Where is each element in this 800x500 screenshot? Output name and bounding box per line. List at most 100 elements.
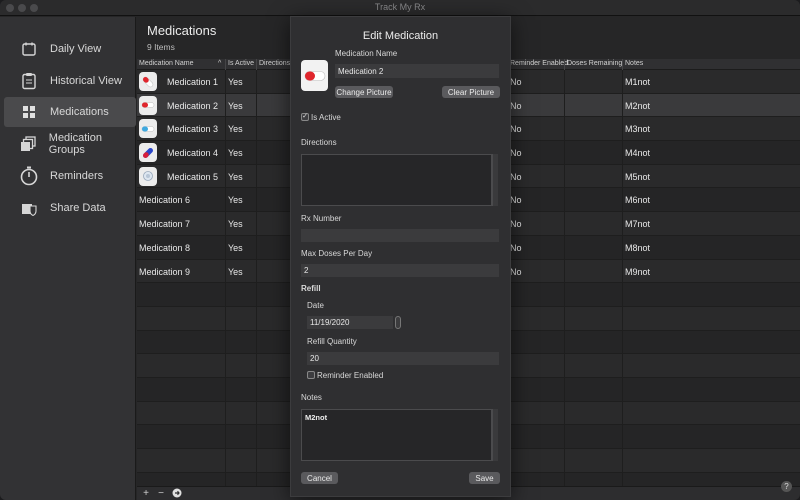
save-button[interactable]: Save xyxy=(469,472,500,484)
sheet-title: Edit Medication xyxy=(362,30,439,42)
notes-cell: M9not xyxy=(625,266,651,277)
app-window: Track My Rx Daily View Historical View M… xyxy=(0,0,800,500)
column-header-active[interactable]: Is Active xyxy=(228,60,254,67)
red-white-pill-icon xyxy=(304,70,325,81)
reminder-enabled-label: Reminder Enabled xyxy=(317,371,384,380)
medication-name-input[interactable] xyxy=(335,64,499,78)
medication-picture xyxy=(301,60,328,91)
is-active-cell: Yes xyxy=(228,148,243,159)
help-button[interactable]: ? xyxy=(781,481,792,492)
clear-picture-button[interactable]: Clear Picture xyxy=(442,86,500,98)
medication-name-cell: Medication 8 xyxy=(139,242,191,253)
medication-name-label: Medication Name xyxy=(335,49,398,58)
sidebar-item-label: Historical View xyxy=(50,75,122,87)
directions-textarea[interactable] xyxy=(301,154,492,206)
remove-medication-button[interactable]: − xyxy=(154,488,168,500)
window-title: Track My Rx xyxy=(374,2,426,12)
notes-cell: M6not xyxy=(625,195,651,206)
blue-white-pill-icon xyxy=(139,119,157,139)
sidebar-item-label: Daily View xyxy=(50,43,102,55)
is-active-cell: Yes xyxy=(228,100,243,111)
is-active-cell: Yes xyxy=(228,219,243,230)
notes-cell: M8not xyxy=(625,242,651,253)
arrow-circle-icon xyxy=(172,488,182,498)
date-stepper[interactable] xyxy=(395,316,401,329)
column-header-notes[interactable]: Notes xyxy=(625,60,643,67)
is-active-label: Is Active xyxy=(311,113,341,122)
red-white-pill-icon xyxy=(139,95,157,115)
medication-name-cell: Medication 6 xyxy=(139,195,191,206)
share-shield-icon xyxy=(18,197,40,219)
column-header-directions[interactable]: Directions xyxy=(259,60,290,67)
title-bar: Track My Rx xyxy=(0,0,800,16)
sidebar-item-historical-view[interactable]: Historical View xyxy=(4,66,136,96)
sidebar: Daily View Historical View Medications M… xyxy=(0,17,136,500)
sidebar-item-daily-view[interactable]: Daily View xyxy=(4,34,136,64)
medication-name-cell: Medication 2 xyxy=(167,100,219,111)
red-white-capsule-icon xyxy=(139,72,157,91)
is-active-cell: Yes xyxy=(228,124,243,135)
stopwatch-icon xyxy=(18,165,40,187)
refill-section-label: Refill xyxy=(301,284,321,293)
medication-name-cell: Medication 4 xyxy=(167,148,219,159)
sidebar-item-share-data[interactable]: Share Data xyxy=(4,193,136,223)
max-doses-label: Max Doses Per Day xyxy=(301,249,373,258)
is-active-cell: Yes xyxy=(228,171,243,182)
notes-cell: M2not xyxy=(625,100,651,111)
sort-indicator-icon: ^ xyxy=(218,60,222,67)
refill-date-label: Date xyxy=(307,301,324,310)
reminder-cell: No xyxy=(510,171,522,182)
rx-number-input[interactable] xyxy=(301,229,499,242)
is-active-cell: Yes xyxy=(228,77,243,87)
notes-cell: M5not xyxy=(625,171,651,182)
sidebar-item-reminders[interactable]: Reminders xyxy=(4,161,136,191)
reminder-cell: No xyxy=(510,148,522,159)
reminder-cell: No xyxy=(510,77,522,87)
notes-cell: M7not xyxy=(625,219,651,230)
refill-quantity-label: Refill Quantity xyxy=(307,337,357,346)
clipboard-icon xyxy=(18,70,40,92)
rx-number-label: Rx Number xyxy=(301,214,342,223)
medication-name-cell: Medication 9 xyxy=(139,266,191,277)
directions-label: Directions xyxy=(301,138,337,147)
reminder-cell: No xyxy=(510,124,522,135)
blue-red-capsule-icon xyxy=(139,143,157,163)
cancel-button[interactable]: Cancel xyxy=(301,472,338,484)
is-active-cell: Yes xyxy=(228,242,243,253)
medication-name-cell: Medication 5 xyxy=(167,171,219,182)
notes-cell: M4not xyxy=(625,148,651,159)
grid-icon xyxy=(18,101,40,123)
calendar-icon xyxy=(18,38,40,60)
column-header-doses[interactable]: Doses Remaining xyxy=(567,60,622,67)
refill-date-input[interactable] xyxy=(307,316,393,329)
refill-quantity-input[interactable] xyxy=(307,352,499,365)
reminder-enabled-checkbox[interactable] xyxy=(307,371,315,379)
is-active-cell: Yes xyxy=(228,266,243,277)
notes-scrollbar[interactable] xyxy=(492,409,498,461)
column-header-name[interactable]: Medication Name xyxy=(139,60,193,67)
column-header-reminder[interactable]: Reminder Enabled xyxy=(510,60,568,67)
reminder-cell: No xyxy=(510,100,522,111)
sidebar-item-medications[interactable]: Medications xyxy=(4,97,136,127)
page-title: Medications xyxy=(147,23,217,38)
sidebar-item-label: Medications xyxy=(50,106,109,118)
medication-name-cell: Medication 3 xyxy=(167,124,219,135)
notes-cell: M3not xyxy=(625,124,651,135)
item-count: 9 Items xyxy=(147,42,175,52)
notes-cell: M1not xyxy=(625,77,651,87)
sidebar-item-medication-groups[interactable]: Medication Groups xyxy=(4,129,136,159)
directions-scrollbar[interactable] xyxy=(492,154,498,206)
notes-label: Notes xyxy=(301,393,322,402)
change-picture-button[interactable]: Change Picture xyxy=(335,86,393,98)
round-tablet-icon xyxy=(139,166,157,186)
notes-textarea[interactable]: M2not xyxy=(301,409,492,461)
reminder-cell: No xyxy=(510,195,522,206)
max-doses-input[interactable] xyxy=(301,264,499,277)
reminder-cell: No xyxy=(510,242,522,253)
add-medication-button[interactable]: + xyxy=(139,488,153,500)
medication-name-cell: Medication 1 xyxy=(167,77,219,87)
sidebar-item-label: Medication Groups xyxy=(48,132,102,156)
is-active-checkbox[interactable]: ✓ xyxy=(301,113,309,121)
more-actions-button[interactable] xyxy=(170,488,184,500)
medication-name-cell: Medication 7 xyxy=(139,219,191,230)
